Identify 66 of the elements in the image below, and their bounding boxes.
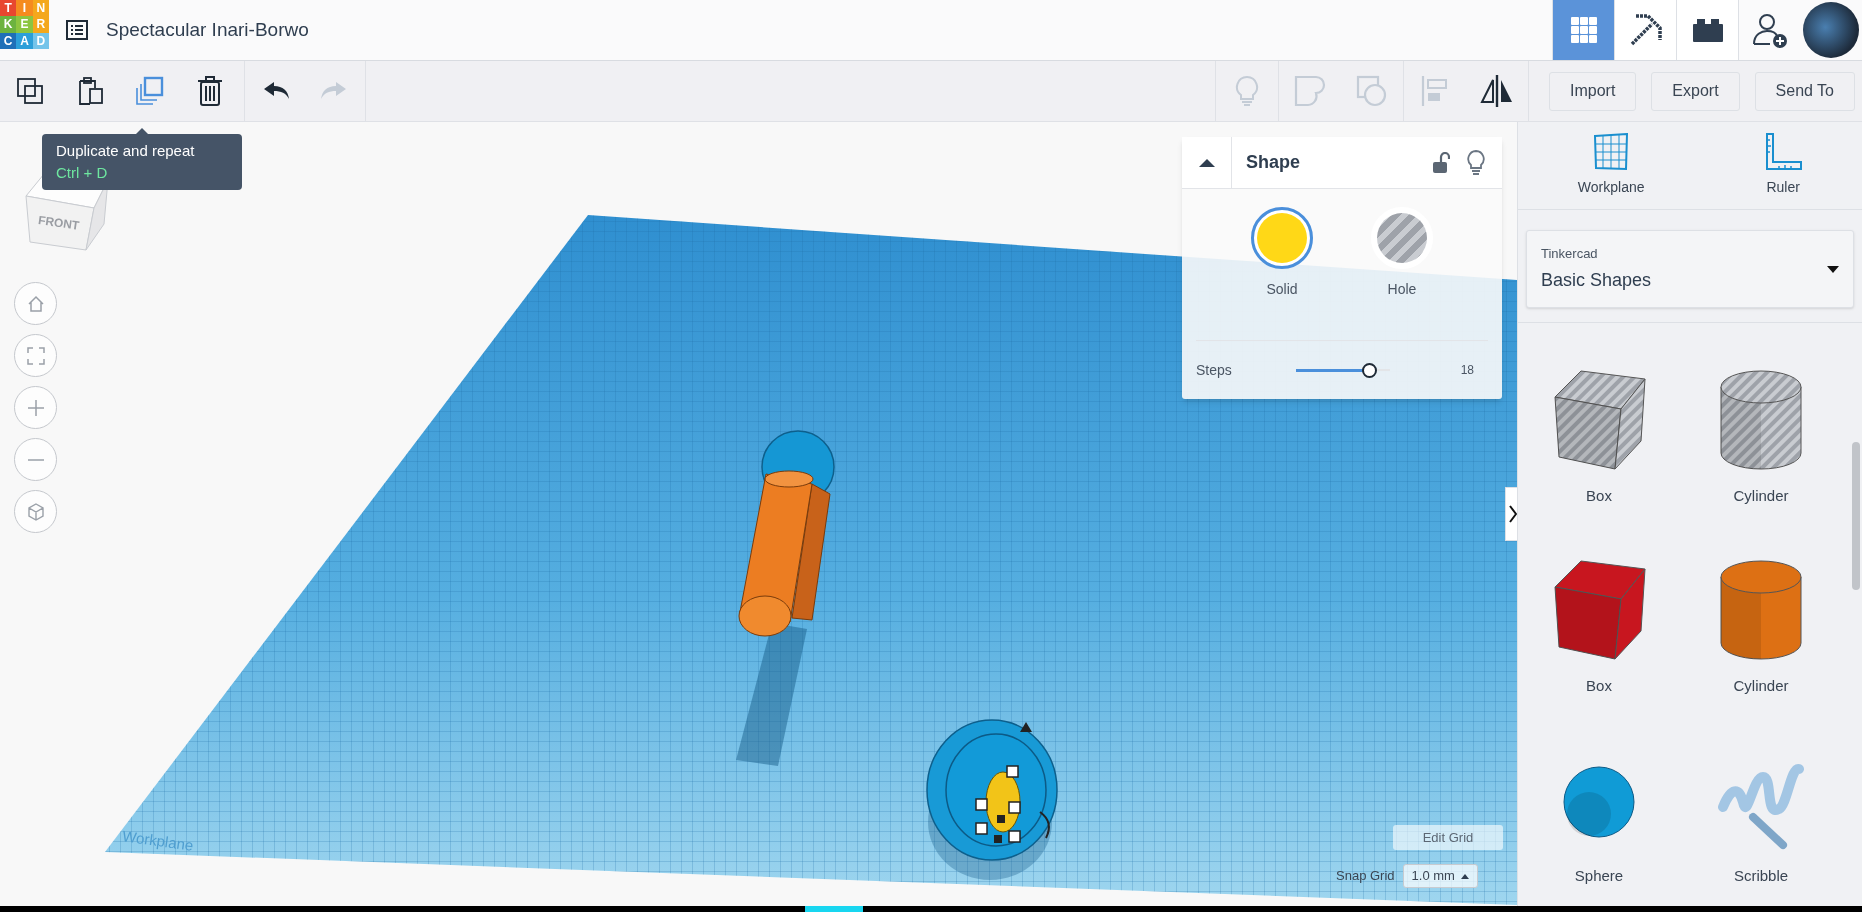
redo-icon [320,81,348,101]
add-user-icon [1751,12,1788,48]
undo-icon [262,81,290,101]
steps-label: Steps [1196,360,1233,380]
brick-icon [1691,17,1724,43]
zoom-in-icon [26,398,45,417]
slider-thumb[interactable] [1362,362,1378,378]
shape-library-item[interactable]: Scribble [1680,711,1842,901]
logo-letter: I [16,0,33,17]
cube-icon [26,502,45,521]
library-name: Basic Shapes [1541,269,1652,293]
caret-icon [1197,157,1216,168]
library-provider: Tinkercad [1541,244,1598,263]
collapse-sidebar-button[interactable] [1505,487,1517,541]
workplane-label: Workplane [120,826,195,856]
unlocked-padlock-icon[interactable] [1432,151,1450,174]
group-icon [1294,75,1326,107]
cylinder-and-sphere-drawing[interactable] [738,430,835,637]
grid-icon [1569,16,1598,44]
copy-icon [16,77,44,105]
shape-library-item[interactable]: Sphere [1518,711,1680,901]
snap-grid-dropdown[interactable]: 1.0 mm [1402,864,1478,888]
lightbulb-icon [1235,75,1259,107]
caret-down-icon [1827,265,1839,273]
steps-value: 18 [1460,362,1474,379]
scrollbar[interactable] [1852,442,1860,590]
caret-icon [1460,873,1469,879]
home-icon [26,294,45,313]
workplane-icon [1592,133,1631,171]
logo-letter: K [0,16,17,33]
edit-grid-button[interactable]: Edit Grid [1393,825,1503,850]
align-icon [1421,75,1449,107]
design-list-icon[interactable] [65,18,89,42]
shape-library-dropdown[interactable]: Tinkercad Basic Shapes [1526,230,1854,308]
tooltip-title: Duplicate and repeat [56,141,196,161]
toolbar-button[interactable]: Send To [1754,71,1855,111]
design-title[interactable]: Spectacular Inari-Borwo [106,15,309,45]
mirror-icon [1480,74,1514,108]
view-mode-tab[interactable] [1676,0,1738,60]
selected-shape-drawing[interactable] [926,719,1058,880]
duplicate-icon [135,76,165,106]
toolbar-button[interactable]: Import [1549,71,1637,111]
zoom-out-icon [26,458,45,461]
view-mode-tab[interactable] [1614,0,1676,60]
sidebar-tool-button[interactable]: Ruler [1764,133,1803,198]
fit-view-icon [26,346,45,365]
3d-workspace[interactable]: FRONT Duplicate and repeat Ctrl + D Workplane Shape Solid Hole Steps 18 Edit Grid Snap Grid 1.0 mm [0,122,1517,906]
trash-icon [197,75,223,107]
panel-title: Shape [1246,151,1301,174]
ungroup-icon [1356,75,1388,107]
ruler-icon [1764,133,1803,171]
profile-photo-placeholder[interactable] [1803,2,1859,58]
chevron-right-icon [1508,505,1517,523]
shape-library-item[interactable]: Cylinder [1680,521,1842,711]
shape-library-item[interactable]: Box [1518,331,1680,521]
shape-library-item[interactable]: Cylinder [1680,331,1842,521]
toolbar-button[interactable]: Export [1651,71,1740,111]
lightbulb-icon[interactable] [1466,149,1486,176]
logo-letter: T [0,0,17,17]
shape-library-item[interactable]: Box [1518,521,1680,711]
clipboard-icon [76,76,104,106]
sidebar-tool-button[interactable]: Workplane [1577,133,1645,198]
tooltip-shortcut: Ctrl + D [56,163,109,183]
steps-slider[interactable] [1296,362,1390,378]
snap-grid-label: Snap Grid [1336,867,1395,886]
logo-letter: E [16,16,33,33]
